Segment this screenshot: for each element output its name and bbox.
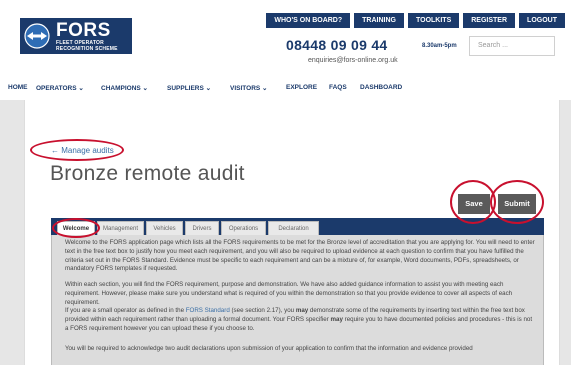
tab-declaration[interactable]: Declaration bbox=[268, 221, 319, 235]
annotation-oval-back-link bbox=[30, 139, 124, 161]
nav-suppliers[interactable]: SUPPLIERS ⌄ bbox=[167, 84, 211, 92]
p3-may-2: may bbox=[330, 315, 343, 323]
topnav-whos-on-board[interactable]: WHO'S ON BOARD? bbox=[266, 13, 351, 28]
fors-logo[interactable]: FORS FLEET OPERATOR RECOGNITION SCHEME bbox=[20, 18, 132, 54]
p3-text-b: (see section 2.17), you bbox=[229, 307, 296, 314]
topnav-register[interactable]: REGISTER bbox=[463, 13, 516, 28]
nav-operators[interactable]: OPERATORS ⌄ bbox=[36, 84, 84, 92]
small-operator-paragraph: If you are a small operator as defined i… bbox=[65, 307, 537, 333]
topnav-logout[interactable]: LOGOUT bbox=[519, 13, 565, 28]
phone-number: 08448 09 09 44 bbox=[286, 37, 388, 53]
tab-operations[interactable]: Operations bbox=[221, 221, 266, 235]
nav-explore[interactable]: EXPLORE bbox=[286, 84, 317, 91]
contact-email[interactable]: enquiries@fors-online.org.uk bbox=[308, 57, 398, 64]
nav-faqs[interactable]: FAQS bbox=[329, 84, 347, 91]
logo-subtitle-2: RECOGNITION SCHEME bbox=[56, 45, 118, 52]
nav-champions[interactable]: CHAMPIONS ⌄ bbox=[101, 84, 148, 92]
topnav-toolkits[interactable]: TOOLKITS bbox=[407, 13, 460, 28]
topnav-training[interactable]: TRAINING bbox=[354, 13, 404, 28]
nav-visitors[interactable]: VISITORS ⌄ bbox=[230, 84, 267, 92]
nav-home[interactable]: HOME bbox=[8, 84, 28, 91]
logo-title: FORS bbox=[56, 19, 111, 41]
tab-management[interactable]: Management bbox=[97, 221, 144, 235]
declaration-paragraph: You will be required to acknowledge two … bbox=[65, 345, 473, 352]
search-input[interactable]: Search ... bbox=[469, 36, 555, 56]
fors-logo-icon bbox=[24, 23, 50, 49]
tab-vehicles[interactable]: Vehicles bbox=[146, 221, 183, 235]
annotation-oval-welcome-tab bbox=[52, 218, 100, 238]
annotation-oval-submit bbox=[490, 180, 544, 224]
intro-paragraph: Welcome to the FORS application page whi… bbox=[65, 239, 535, 273]
p3-may: may bbox=[295, 307, 309, 314]
fors-standard-link[interactable]: FORS Standard bbox=[186, 307, 230, 314]
main-nav: HOME OPERATORS ⌄ CHAMPIONS ⌄ SUPPLIERS ⌄… bbox=[0, 81, 571, 95]
office-hours: 8.30am-5pm bbox=[422, 43, 457, 49]
top-nav: WHO'S ON BOARD? TRAINING TOOLKITS REGIST… bbox=[266, 13, 565, 28]
tab-drivers[interactable]: Drivers bbox=[185, 221, 219, 235]
page-title: Bronze remote audit bbox=[50, 162, 245, 185]
nav-dashboard[interactable]: DASHBOARD bbox=[360, 84, 402, 91]
p3-text-a: If you are a small operator as defined i… bbox=[65, 307, 186, 314]
guidance-paragraph: Within each section, you will find the F… bbox=[65, 281, 513, 306]
